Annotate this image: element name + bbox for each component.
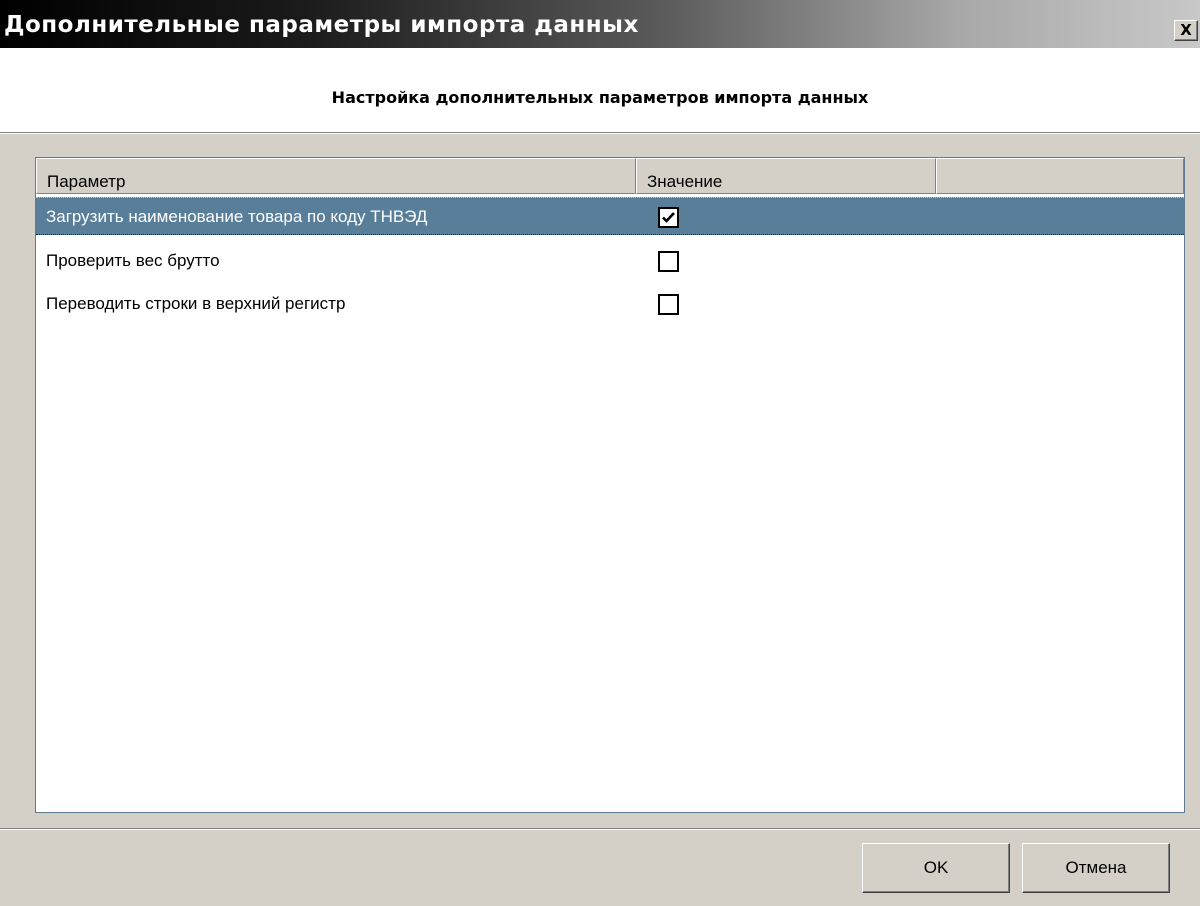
title-bar[interactable]: Дополнительные параметры импорта данных …: [0, 0, 1200, 48]
parameters-grid[interactable]: Параметр Значение Загрузить наименование…: [35, 157, 1185, 813]
cancel-button[interactable]: Отмена: [1022, 843, 1170, 893]
grid-header: Параметр Значение: [36, 158, 1184, 194]
parameter-name: Проверить вес брутто: [46, 251, 220, 270]
value-checkbox[interactable]: [658, 207, 679, 228]
column-header-parameter[interactable]: Параметр: [36, 158, 636, 194]
value-checkbox[interactable]: [658, 251, 679, 272]
close-button[interactable]: X: [1174, 20, 1198, 41]
parameter-name: Загрузить наименование товара по коду ТН…: [46, 207, 428, 226]
parameter-name: Переводить строки в верхний регистр: [46, 294, 346, 313]
table-row[interactable]: Загрузить наименование товара по коду ТН…: [36, 197, 1184, 235]
window-title: Дополнительные параметры импорта данных: [4, 12, 639, 38]
table-row[interactable]: Переводить строки в верхний регистр: [36, 285, 1184, 323]
column-header-empty[interactable]: [936, 158, 1184, 194]
header-separator: [0, 133, 1200, 134]
header-title: Настройка дополнительных параметров импо…: [331, 88, 869, 107]
column-header-value[interactable]: Значение: [636, 158, 936, 194]
checkmark-icon: [662, 212, 675, 223]
table-row[interactable]: Проверить вес брутто: [36, 242, 1184, 280]
close-icon: X: [1180, 21, 1192, 39]
header-panel: Настройка дополнительных параметров импо…: [0, 48, 1200, 133]
footer-separator-highlight: [0, 829, 1200, 830]
value-checkbox[interactable]: [658, 294, 679, 315]
import-options-dialog: Дополнительные параметры импорта данных …: [0, 0, 1200, 906]
ok-button[interactable]: OK: [862, 843, 1010, 893]
